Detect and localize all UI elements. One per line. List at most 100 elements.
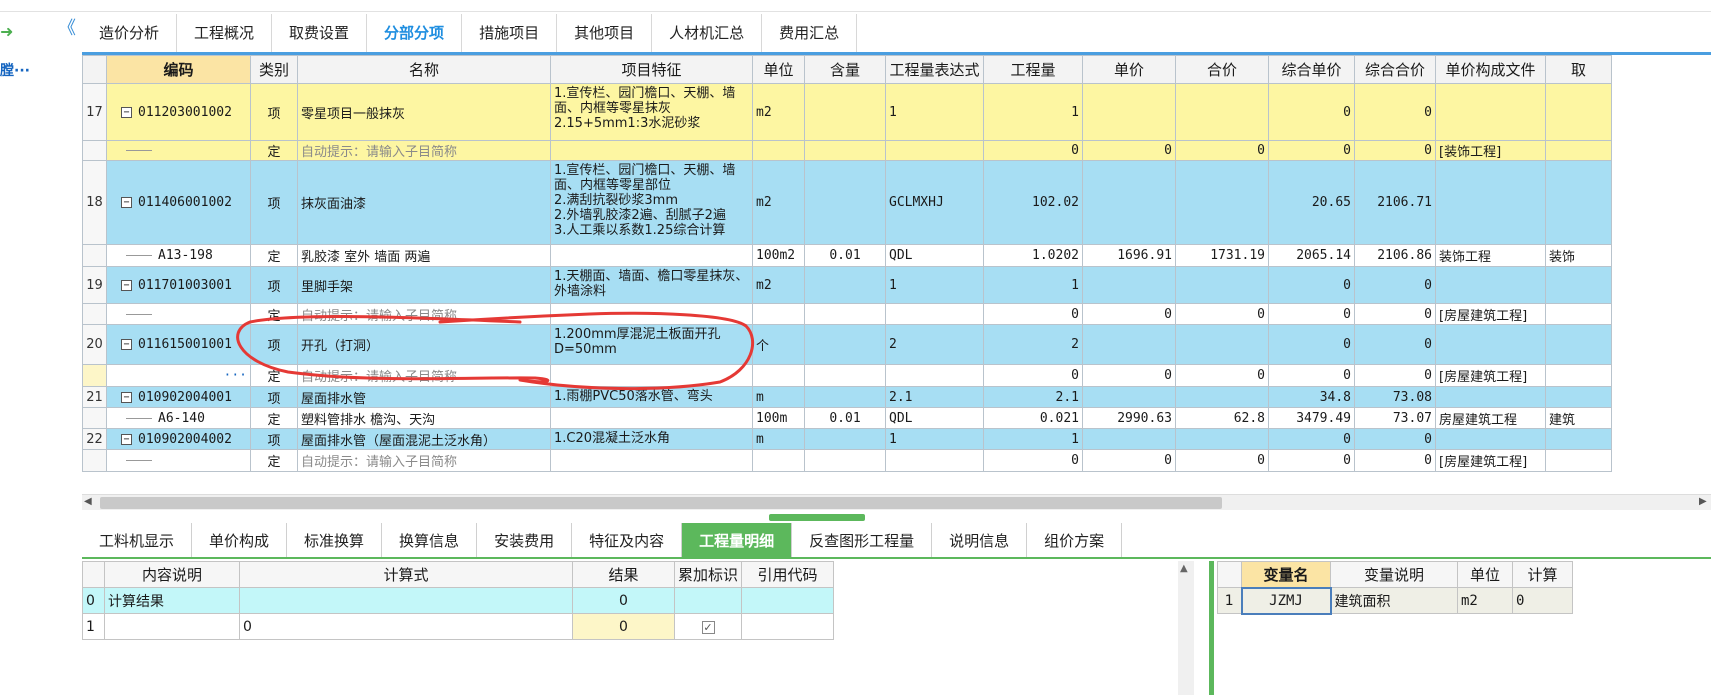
utotal-cell[interactable]: 2106.71 [1354, 160, 1436, 245]
variable-unit-cell[interactable]: m2 [1457, 587, 1513, 614]
calc-column-header[interactable]: 内容说明 [104, 561, 240, 588]
expression-cell[interactable]: GCLMXHJ [885, 160, 984, 245]
result-cell[interactable]: 0 [572, 587, 675, 614]
column-header[interactable]: 单价 [1082, 55, 1176, 84]
content-cell[interactable] [804, 428, 886, 450]
extra-cell[interactable] [1545, 449, 1612, 472]
qty-cell[interactable]: 0.021 [983, 407, 1083, 429]
bottom-tab-0[interactable]: 工料机显示 [82, 523, 193, 559]
column-header[interactable]: 合价 [1175, 55, 1269, 84]
accumulate-flag-cell[interactable]: ✓ [673, 613, 743, 640]
content-cell[interactable] [804, 324, 886, 365]
bottom-tab-7[interactable]: 反查图形工程量 [792, 523, 933, 559]
price-file-cell[interactable]: 房屋建筑工程 [1435, 407, 1546, 429]
sub-item-row[interactable]: ··· 定自动提示：请输入子目简称 0 0 0 0 0 [房屋建筑工程] [82, 364, 1612, 387]
calc-row[interactable]: 1 0 0 ✓ [82, 613, 835, 640]
vertical-scrollbar[interactable] [1178, 561, 1194, 695]
price-file-cell[interactable]: [装饰工程] [1435, 140, 1546, 161]
unit-cell[interactable] [752, 140, 805, 161]
column-header[interactable]: 综合单价 [1268, 55, 1355, 84]
type-cell[interactable]: 项 [250, 428, 298, 450]
sub-item-row[interactable]: 定自动提示：请输入子目简称 0 0 0 0 0 [房屋建筑工程] [82, 303, 1612, 325]
column-header[interactable]: 单位 [752, 55, 805, 84]
tab-0[interactable]: 造价分析 [82, 14, 178, 52]
expression-cell[interactable] [885, 364, 984, 387]
code-cell[interactable] [106, 449, 251, 472]
features-cell[interactable]: 1.宣传栏、园门檐口、天棚、墙面、内框等零星部位 2.满刮抗裂砂浆3mm 2.外墙乳… [550, 160, 753, 245]
collapse-icon[interactable]: − [121, 106, 132, 118]
utotal-cell[interactable]: 0 [1354, 364, 1436, 387]
expression-cell[interactable]: QDL [885, 244, 984, 267]
utotal-cell[interactable]: 0 [1354, 140, 1436, 161]
content-cell[interactable] [804, 449, 886, 472]
scroll-left-icon[interactable]: ◀ [84, 495, 96, 509]
qty-cell[interactable]: 2 [983, 324, 1083, 365]
qty-cell[interactable]: 0 [983, 364, 1083, 387]
uprice-cell[interactable]: 34.8 [1268, 386, 1355, 408]
price-file-cell[interactable] [1435, 160, 1546, 245]
scroll-up-icon[interactable]: ▲ [1180, 563, 1188, 574]
price-cell[interactable]: 0 [1082, 140, 1176, 161]
calc-column-header[interactable]: 引用代码 [741, 561, 835, 588]
bottom-tab-3[interactable]: 换算信息 [382, 523, 478, 559]
qty-cell[interactable]: 1 [983, 83, 1083, 141]
panel-splitter-handle[interactable] [769, 514, 865, 521]
list-item-row[interactable]: 20−011615001001 项开孔（打洞） 1.200mm厚混泥土板面开孔 D=5… [82, 324, 1612, 365]
price-file-cell[interactable] [1435, 266, 1546, 304]
expression-cell[interactable] [885, 303, 984, 325]
uprice-cell[interactable]: 3479.49 [1268, 407, 1355, 429]
expression-cell[interactable] [885, 449, 984, 472]
code-cell[interactable]: −011406001002 [106, 160, 251, 245]
features-cell[interactable] [550, 449, 753, 472]
extra-cell[interactable] [1545, 83, 1612, 141]
features-cell[interactable]: 1.C20混凝土泛水角 [550, 428, 753, 450]
qty-cell[interactable]: 0 [983, 449, 1083, 472]
description-cell[interactable]: 计算结果 [104, 587, 240, 614]
extra-cell[interactable] [1545, 303, 1612, 325]
sub-item-row[interactable]: A13-198 定乳胶漆 室外 墙面 两遍 100m2 0.01 QDL 1.0202 16… [82, 244, 1612, 267]
features-cell[interactable]: 1.天棚面、墙面、檐口零星抹灰、外墙涂料 [550, 266, 753, 304]
type-cell[interactable]: 项 [250, 160, 298, 245]
tab-7[interactable]: 费用汇总 [762, 14, 858, 52]
description-cell[interactable] [104, 613, 240, 640]
qty-cell[interactable]: 1.0202 [983, 244, 1083, 267]
name-cell[interactable]: 开孔（打洞） [297, 324, 551, 365]
code-cell[interactable]: −010902004002 [106, 428, 251, 450]
total-cell[interactable] [1175, 266, 1269, 304]
price-file-cell[interactable]: [房屋建筑工程] [1435, 449, 1546, 472]
utotal-cell[interactable]: 0 [1354, 266, 1436, 304]
collapse-panel-icon[interactable]: 《 [58, 18, 78, 40]
extra-cell[interactable] [1545, 324, 1612, 365]
name-cell[interactable]: 塑料管排水 檐沟、天沟 [297, 407, 551, 429]
var-column-header[interactable]: 计算 [1512, 561, 1573, 588]
content-cell[interactable] [804, 140, 886, 161]
name-cell[interactable]: 自动提示：请输入子目简称 [297, 449, 551, 472]
features-cell[interactable] [550, 407, 753, 429]
variable-desc-cell[interactable]: 建筑面积 [1330, 587, 1458, 614]
code-cell[interactable]: −011701003001 [106, 266, 251, 304]
extra-cell[interactable] [1545, 428, 1612, 450]
result-cell[interactable]: 0 [572, 613, 675, 640]
total-cell[interactable] [1175, 83, 1269, 141]
qty-cell[interactable]: 102.02 [983, 160, 1083, 245]
var-column-header[interactable]: 变量名 [1241, 561, 1331, 588]
column-header[interactable]: 工程量表达式 [885, 55, 984, 84]
expression-cell[interactable]: 1 [885, 428, 984, 450]
name-cell[interactable]: 屋面排水管 [297, 386, 551, 408]
utotal-cell[interactable]: 0 [1354, 428, 1436, 450]
bottom-tab-2[interactable]: 标准换算 [287, 523, 383, 559]
name-cell[interactable]: 自动提示：请输入子目简称 [297, 364, 551, 387]
name-cell[interactable]: 乳胶漆 室外 墙面 两遍 [297, 244, 551, 267]
price-cell[interactable]: 0 [1082, 449, 1176, 472]
collapse-icon[interactable]: − [121, 391, 132, 403]
price-cell[interactable]: 0 [1082, 303, 1176, 325]
column-header[interactable]: 名称 [297, 55, 551, 84]
calc-column-header[interactable]: 累加标识 [673, 561, 743, 588]
uprice-cell[interactable]: 0 [1268, 266, 1355, 304]
scrollbar-thumb[interactable] [100, 497, 1222, 509]
collapse-icon[interactable]: − [121, 279, 132, 291]
features-cell[interactable] [550, 364, 753, 387]
extra-cell[interactable] [1545, 140, 1612, 161]
content-cell[interactable] [804, 364, 886, 387]
collapse-icon[interactable]: − [121, 339, 132, 350]
